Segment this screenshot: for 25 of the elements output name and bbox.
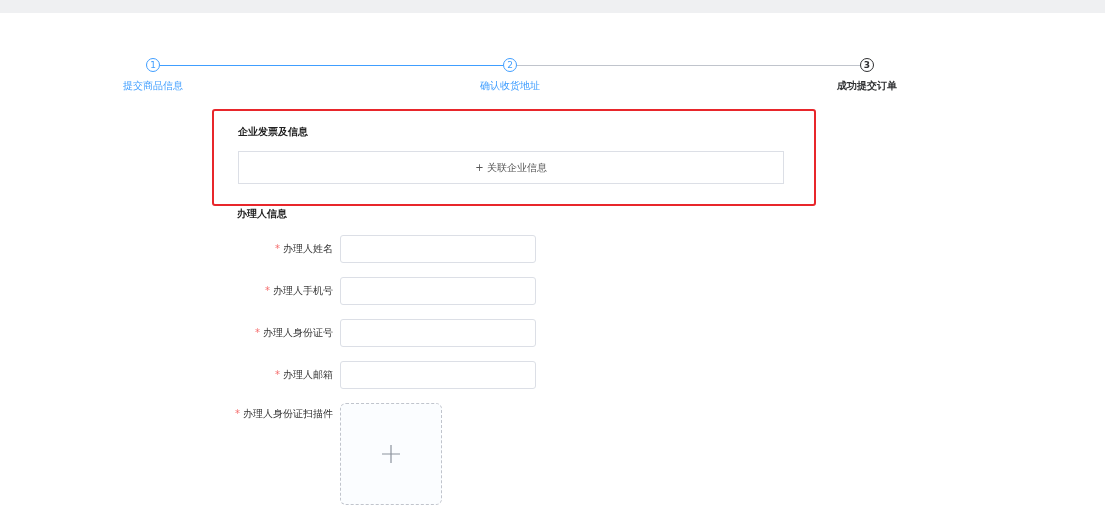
upload-button[interactable] xyxy=(340,403,442,505)
step-label: 提交商品信息 xyxy=(123,79,183,93)
field-label: 办理人身份证扫描件 xyxy=(243,408,333,419)
required-mark: * xyxy=(275,243,280,254)
step-number: 2 xyxy=(503,58,517,72)
field-label: 办理人姓名 xyxy=(283,243,333,254)
required-mark: * xyxy=(275,369,280,380)
input-field[interactable] xyxy=(340,277,536,305)
required-mark: * xyxy=(235,408,240,419)
field-label: 办理人身份证号 xyxy=(263,327,333,338)
section-title: 办理人信息 xyxy=(237,207,288,221)
input-field[interactable] xyxy=(340,235,536,263)
field-label: 办理人邮箱 xyxy=(283,369,333,380)
input-field[interactable] xyxy=(340,319,536,347)
required-mark: * xyxy=(265,285,270,296)
plus-icon xyxy=(382,445,400,463)
section-title: 企业发票及信息 xyxy=(238,125,309,139)
step-number: 3 xyxy=(860,58,874,72)
input-field[interactable] xyxy=(340,361,536,389)
step-label: 成功提交订单 xyxy=(837,79,897,93)
step-number: 1 xyxy=(146,58,160,72)
field-label: 办理人手机号 xyxy=(273,285,333,296)
step-label: 确认收货地址 xyxy=(480,79,540,93)
link-company-button[interactable]: + 关联企业信息 xyxy=(238,151,784,184)
required-mark: * xyxy=(255,327,260,338)
